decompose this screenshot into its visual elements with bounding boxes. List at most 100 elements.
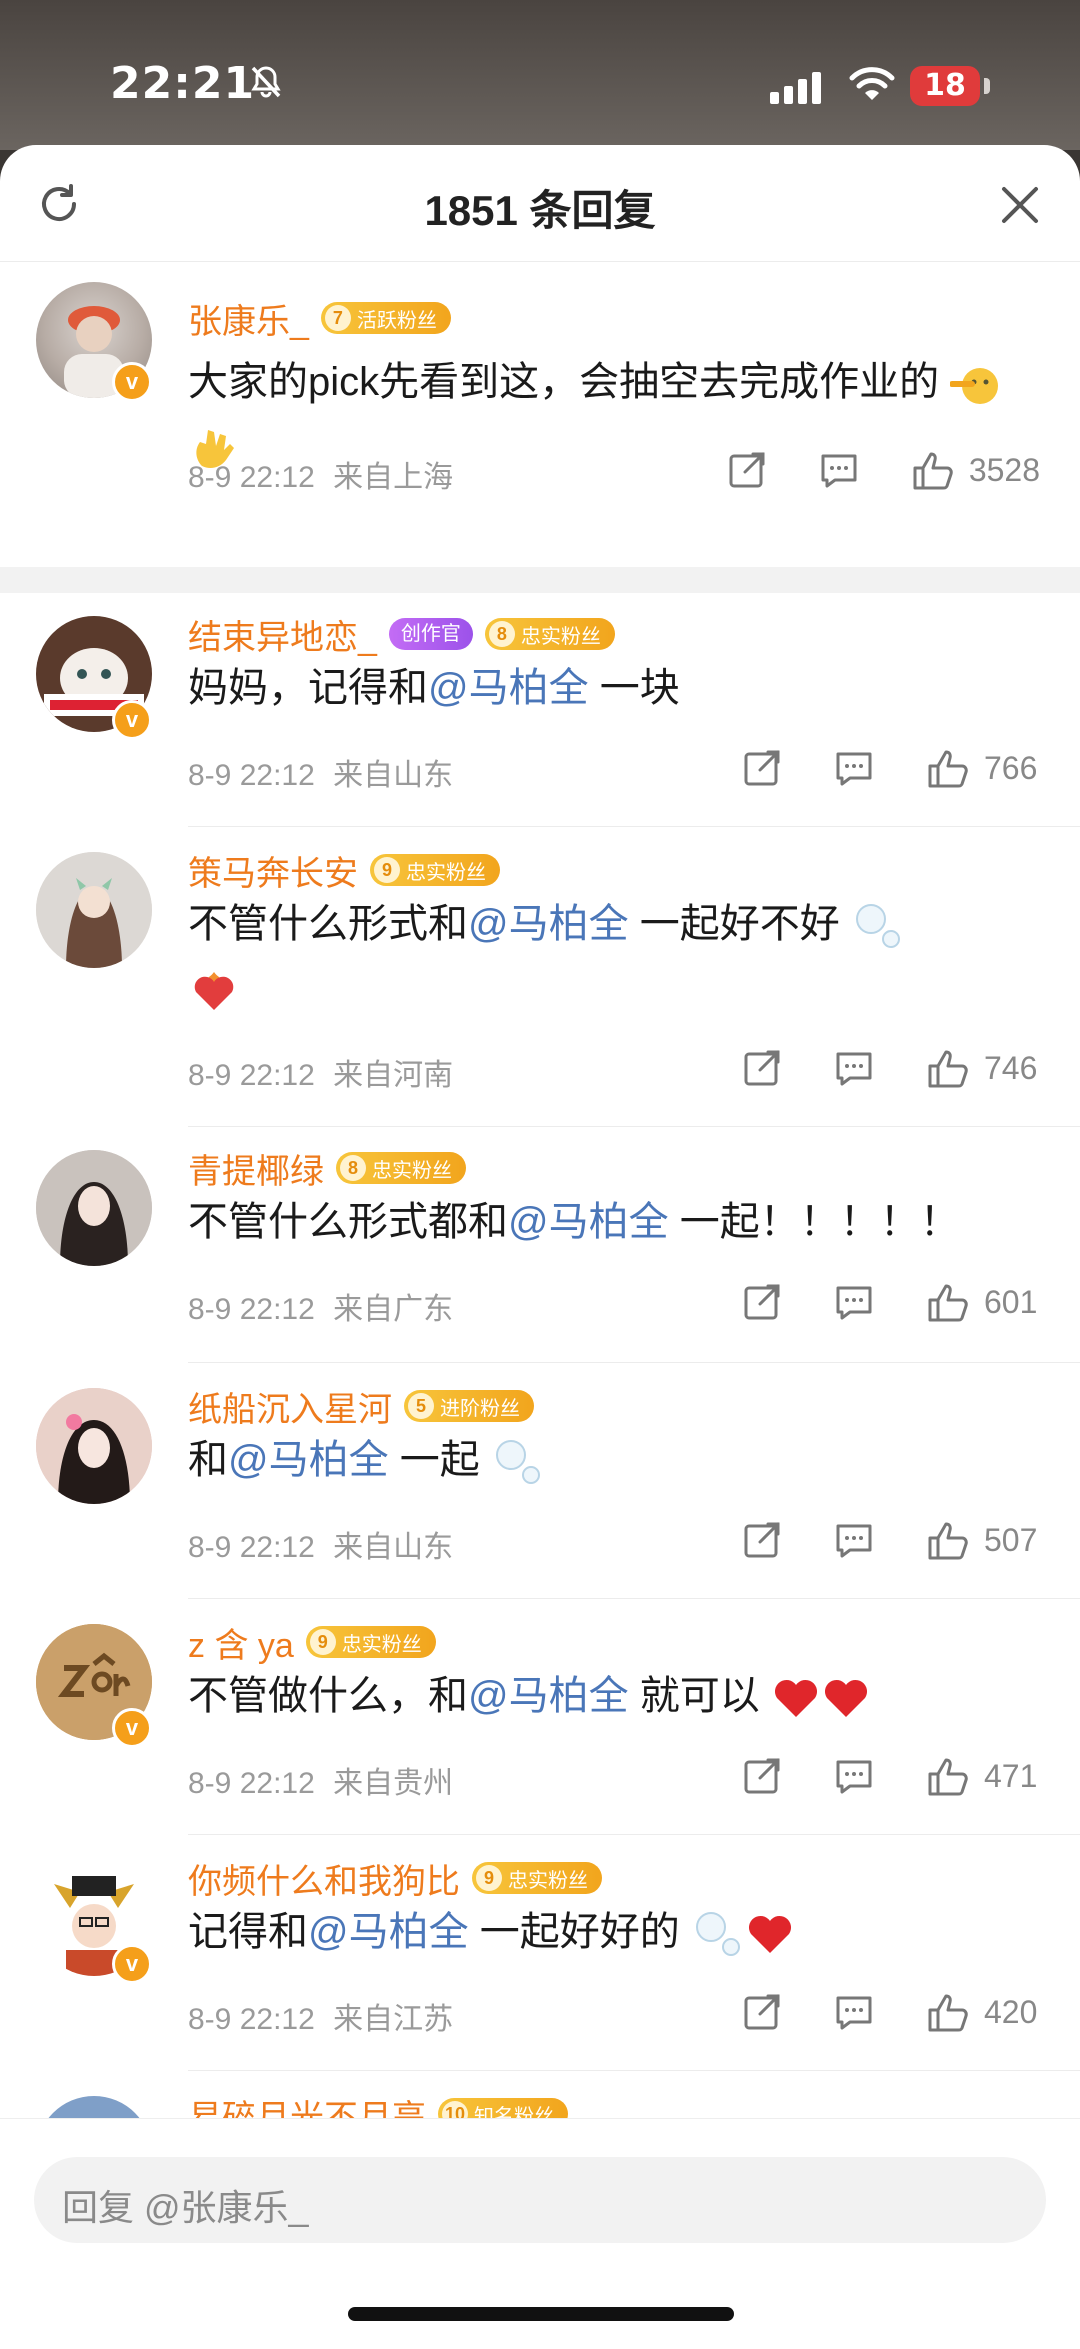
comment-meta: 8-9 22:12 来自广东 bbox=[188, 1284, 453, 1328]
home-indicator[interactable] bbox=[348, 2307, 734, 2321]
fan-badge[interactable]: 8 忠实粉丝 bbox=[484, 618, 615, 650]
list-item: 青提椰绿 8 忠实粉丝 不管什么形式都和@马柏全 一起！！！！！ 8-9 22:… bbox=[0, 1126, 1080, 1366]
like-icon[interactable] bbox=[926, 1046, 970, 1090]
like-icon[interactable] bbox=[926, 1518, 970, 1562]
share-icon[interactable] bbox=[742, 1992, 782, 2032]
avatar[interactable] bbox=[36, 1150, 152, 1266]
fan-badge[interactable]: 9 忠实粉丝 bbox=[305, 1626, 436, 1658]
username[interactable]: 你频什么和我狗比 bbox=[188, 1854, 460, 1903]
bubbles-emoji-icon bbox=[495, 1440, 540, 1485]
mention-link[interactable]: @马柏全 bbox=[508, 1200, 669, 1244]
verified-badge: v bbox=[112, 1944, 152, 1984]
close-icon[interactable] bbox=[998, 183, 1042, 227]
mention-link[interactable]: @马柏全 bbox=[228, 1438, 389, 1482]
comment-text-after: 一起！！！！！ bbox=[668, 1200, 960, 1244]
comment-text-before: 妈妈，记得和 bbox=[188, 666, 428, 710]
list-item: v z 含 ya 9 忠实粉丝 不管做什么，和@马柏全 就可以 8-9 22:1… bbox=[0, 1600, 1080, 1838]
fan-badge-label: 忠实粉丝 bbox=[406, 861, 486, 884]
fan-badge[interactable]: 9 忠实粉丝 bbox=[472, 1862, 602, 1894]
fan-badge[interactable]: 5 进阶粉丝 bbox=[404, 1390, 534, 1422]
share-icon[interactable] bbox=[742, 1756, 782, 1796]
mention-link[interactable]: @马柏全 bbox=[468, 1674, 629, 1718]
share-icon[interactable] bbox=[742, 1048, 782, 1088]
like-icon[interactable] bbox=[926, 1280, 970, 1324]
comment-location: 来自山东 bbox=[333, 759, 454, 792]
comment-meta: 8-9 22:12 来自上海 bbox=[188, 452, 453, 496]
signal-icon bbox=[770, 72, 821, 104]
comment-text: 和@马柏全 一起 bbox=[188, 1428, 1020, 1492]
like-count: 3528 bbox=[968, 451, 1040, 488]
share-icon[interactable] bbox=[742, 1520, 782, 1560]
comment-meta: 8-9 22:12 来自贵州 bbox=[188, 1758, 453, 1802]
comment-actions: 766 bbox=[690, 746, 1040, 790]
comment-location: 来自河南 bbox=[333, 1059, 454, 1092]
avatar-illustration bbox=[36, 852, 152, 968]
divider bbox=[188, 1834, 1080, 1835]
comment-icon[interactable] bbox=[834, 1520, 874, 1560]
comment-header: 纸船沉入星河 5 进阶粉丝 bbox=[188, 1382, 534, 1431]
comment-location: 来自贵州 bbox=[333, 1767, 454, 1800]
comment-header: 青提椰绿 8 忠实粉丝 bbox=[188, 1144, 466, 1193]
comment-date: 8-9 22:12 bbox=[188, 759, 315, 792]
mention-link[interactable]: @马柏全 bbox=[428, 666, 589, 710]
reply-placeholder: 回复 @张康乐_ bbox=[62, 2187, 309, 2228]
creator-badge[interactable]: 创作官 bbox=[388, 618, 473, 650]
like-count: 601 bbox=[984, 1283, 1038, 1320]
like-count: 766 bbox=[984, 749, 1038, 786]
like-count: 420 bbox=[984, 1993, 1038, 2030]
mention-link[interactable]: @马柏全 bbox=[468, 902, 629, 946]
fan-badge[interactable]: 9 忠实粉丝 bbox=[370, 854, 500, 886]
comment-icon[interactable] bbox=[834, 748, 874, 788]
comment-location: 来自江苏 bbox=[333, 2003, 454, 2036]
comment-location: 来自山东 bbox=[333, 1531, 454, 1564]
avatar[interactable] bbox=[36, 1388, 152, 1504]
fan-level: 5 bbox=[408, 1393, 434, 1419]
bell-slash-icon bbox=[251, 66, 281, 98]
avatar-illustration bbox=[36, 1388, 152, 1504]
avatar[interactable] bbox=[36, 852, 152, 968]
username[interactable]: 青提椰绿 bbox=[188, 1144, 324, 1193]
username[interactable]: 策马奔长安 bbox=[188, 846, 358, 895]
comment-icon[interactable] bbox=[819, 450, 859, 490]
comment-icon[interactable] bbox=[834, 1048, 874, 1088]
comment-icon[interactable] bbox=[834, 1756, 874, 1796]
fan-badge[interactable]: 8 忠实粉丝 bbox=[336, 1152, 466, 1184]
comment-date: 8-9 22:12 bbox=[188, 2003, 315, 2036]
divider bbox=[188, 2070, 1080, 2071]
comment-actions: 420 bbox=[690, 1990, 1040, 2034]
comment-text: 不管什么形式和@马柏全 一起好不好 bbox=[188, 892, 1020, 1020]
comment-icon[interactable] bbox=[834, 1992, 874, 2032]
comment-meta: 8-9 22:12 来自山东 bbox=[188, 1522, 453, 1566]
like-icon[interactable] bbox=[926, 1754, 970, 1798]
reply-bar: 回复 @张康乐_ bbox=[0, 2118, 1080, 2349]
like-count: 471 bbox=[984, 1757, 1038, 1794]
share-icon[interactable] bbox=[742, 748, 782, 788]
comment-location: 来自广东 bbox=[333, 1293, 454, 1326]
reply-input[interactable]: 回复 @张康乐_ bbox=[34, 2157, 1046, 2243]
fan-level: 8 bbox=[340, 1155, 366, 1181]
username[interactable]: z 含 ya bbox=[188, 1618, 294, 1667]
status-time: 22:21 bbox=[110, 58, 256, 109]
replies-sheet: 1851 条回复 v 张康乐_ 7 活跃粉丝 大家的pick先看到这，会抽空去完… bbox=[0, 145, 1080, 2348]
fan-level: 8 bbox=[488, 621, 515, 647]
bubbles-emoji-icon bbox=[855, 904, 900, 949]
like-icon[interactable] bbox=[926, 1990, 970, 2034]
share-icon[interactable] bbox=[742, 1282, 782, 1322]
username[interactable]: 纸船沉入星河 bbox=[188, 1382, 392, 1431]
comment-meta: 8-9 22:12 来自山东 bbox=[188, 750, 453, 794]
mention-link[interactable]: @马柏全 bbox=[308, 1910, 469, 1954]
comment-text: 妈妈，记得和@马柏全 一块 bbox=[188, 656, 1020, 720]
fan-badge[interactable]: 7 活跃粉丝 bbox=[320, 302, 451, 334]
fan-level: 9 bbox=[476, 1865, 502, 1891]
like-icon[interactable] bbox=[911, 448, 955, 492]
comment-date: 8-9 22:12 bbox=[188, 461, 315, 494]
comment-text-after: 一起好好的 bbox=[468, 1910, 680, 1954]
share-icon[interactable] bbox=[727, 450, 767, 490]
heart-on-fire-icon bbox=[194, 972, 234, 1011]
username[interactable]: 张康乐_ bbox=[188, 294, 309, 343]
username[interactable]: 结束异地恋_ bbox=[188, 610, 377, 659]
comment-icon[interactable] bbox=[834, 1282, 874, 1322]
verified-badge: v bbox=[112, 362, 152, 402]
like-icon[interactable] bbox=[926, 746, 970, 790]
comment-text: 不管做什么，和@马柏全 就可以 bbox=[188, 1664, 1020, 1728]
